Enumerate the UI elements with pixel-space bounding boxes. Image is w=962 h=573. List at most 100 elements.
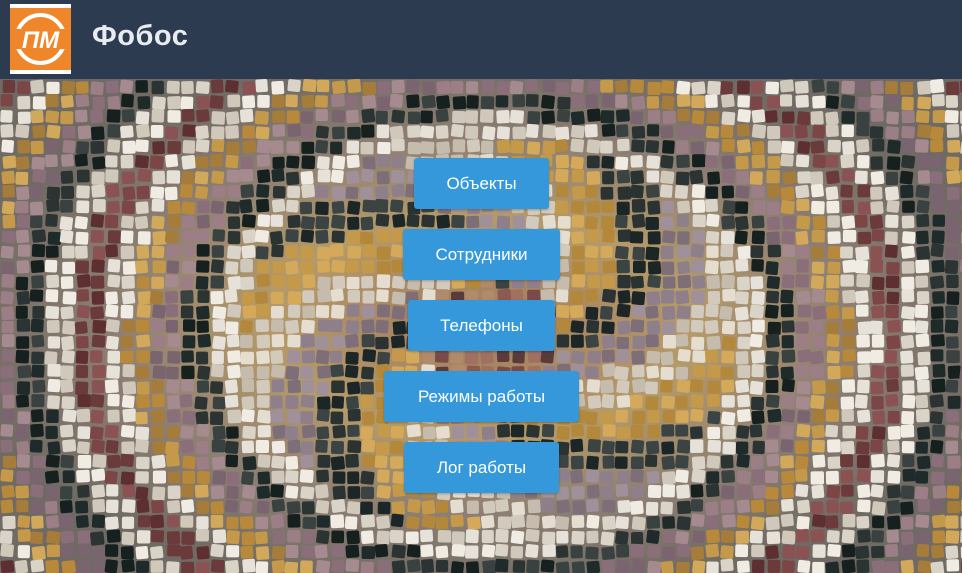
mosaic-tile <box>692 199 706 214</box>
work-modes-button[interactable]: Режимы работы <box>384 371 579 422</box>
mosaic-tile <box>795 94 809 108</box>
mosaic-tile <box>77 484 90 498</box>
mosaic-tile <box>857 351 871 364</box>
mosaic-tile <box>436 141 451 155</box>
mosaic-tile <box>257 409 272 424</box>
mosaic-tile <box>887 515 901 530</box>
mosaic-tile <box>254 291 269 305</box>
mosaic-tile <box>647 484 662 499</box>
mosaic-tile <box>151 319 165 333</box>
mosaic-tile <box>571 169 585 183</box>
mosaic-tile <box>887 440 900 454</box>
mosaic-tile <box>62 291 77 305</box>
mosaic-tile <box>512 126 526 140</box>
mosaic-tile <box>136 123 150 138</box>
mosaic-tile <box>616 394 631 408</box>
mosaic-tile <box>61 560 76 573</box>
mosaic-tile <box>631 291 646 306</box>
mosaic-tile <box>271 94 285 108</box>
mosaic-tile <box>630 79 645 94</box>
mosaic-tile <box>226 201 240 214</box>
mosaic-tile <box>602 560 615 573</box>
mosaic-tile <box>570 320 585 334</box>
mosaic-tile <box>59 378 74 393</box>
mosaic-tile <box>375 336 389 350</box>
mosaic-tile <box>900 335 915 349</box>
mosaic-tile <box>76 304 90 319</box>
mosaic-tile <box>511 501 526 516</box>
objects-button[interactable]: Объекты <box>414 158 549 209</box>
mosaic-tile <box>361 546 376 560</box>
mosaic-tile <box>105 335 119 350</box>
mosaic-tile <box>480 515 495 529</box>
mosaic-tile <box>451 425 465 439</box>
mosaic-tile <box>180 425 194 439</box>
mosaic-tile <box>885 275 900 289</box>
phones-button[interactable]: Телефоны <box>408 300 555 351</box>
mosaic-tile <box>76 200 90 214</box>
mosaic-tile <box>152 486 166 501</box>
mosaic-tile <box>766 170 780 184</box>
mosaic-tile <box>796 335 809 349</box>
mosaic-tile <box>60 199 73 213</box>
mosaic-tile <box>840 274 854 287</box>
mosaic-tile <box>316 469 330 483</box>
mosaic-tile <box>676 154 690 168</box>
mosaic-tile <box>811 335 825 349</box>
mosaic-tile <box>840 440 855 455</box>
mosaic-tile <box>121 441 135 455</box>
mosaic-tile <box>601 229 615 243</box>
mosaic-tile <box>211 350 224 365</box>
mosaic-tile <box>225 454 239 468</box>
mosaic-tile <box>212 425 226 440</box>
mosaic-tile <box>166 80 180 94</box>
mosaic-tile <box>780 199 795 215</box>
mosaic-tile <box>122 408 137 423</box>
mosaic-tile <box>406 544 421 558</box>
mosaic-tile <box>945 410 960 423</box>
mosaic-tile <box>692 275 706 289</box>
work-log-button[interactable]: Лог работы <box>404 442 559 493</box>
mosaic-tile <box>570 438 584 453</box>
mosaic-tile <box>287 334 301 348</box>
mosaic-tile <box>46 409 59 424</box>
mosaic-tile <box>211 138 225 153</box>
mosaic-tile <box>149 155 164 170</box>
mosaic-tile <box>107 393 120 407</box>
mosaic-tile <box>675 171 690 186</box>
app-logo[interactable]: ПМ <box>10 4 71 74</box>
mosaic-tile <box>121 200 136 215</box>
mosaic-tile <box>765 545 779 560</box>
mosaic-tile <box>360 186 373 200</box>
mosaic-tile <box>376 124 390 139</box>
mosaic-tile <box>465 545 479 559</box>
mosaic-tile <box>212 229 226 242</box>
mosaic-tile <box>450 350 464 364</box>
mosaic-tile <box>540 349 555 364</box>
mosaic-tile <box>721 411 736 426</box>
mosaic-tile <box>1 484 15 499</box>
mosaic-tile <box>827 439 841 453</box>
mosaic-tile <box>347 471 360 485</box>
mosaic-tile <box>121 109 135 123</box>
mosaic-tile <box>44 351 58 366</box>
mosaic-tile <box>227 350 241 364</box>
mosaic-tile <box>600 531 615 546</box>
employees-button[interactable]: Сотрудники <box>403 229 560 280</box>
mosaic-tile <box>526 559 540 573</box>
mosaic-tile <box>827 456 842 469</box>
mosaic-tile <box>556 184 569 198</box>
mosaic-tile <box>2 214 16 229</box>
mosaic-tile <box>587 274 601 289</box>
mosaic-tile <box>167 395 181 410</box>
mosaic-tile <box>345 260 359 273</box>
mosaic-tile <box>901 96 914 111</box>
mosaic-tile <box>226 516 239 530</box>
mosaic-tile <box>677 231 690 245</box>
mosaic-tile <box>31 351 45 365</box>
mosaic-tile <box>287 409 301 424</box>
mosaic-tile <box>331 80 346 95</box>
mosaic-tile <box>600 411 614 426</box>
mosaic-tile <box>29 289 44 302</box>
mosaic-tile <box>929 275 945 289</box>
